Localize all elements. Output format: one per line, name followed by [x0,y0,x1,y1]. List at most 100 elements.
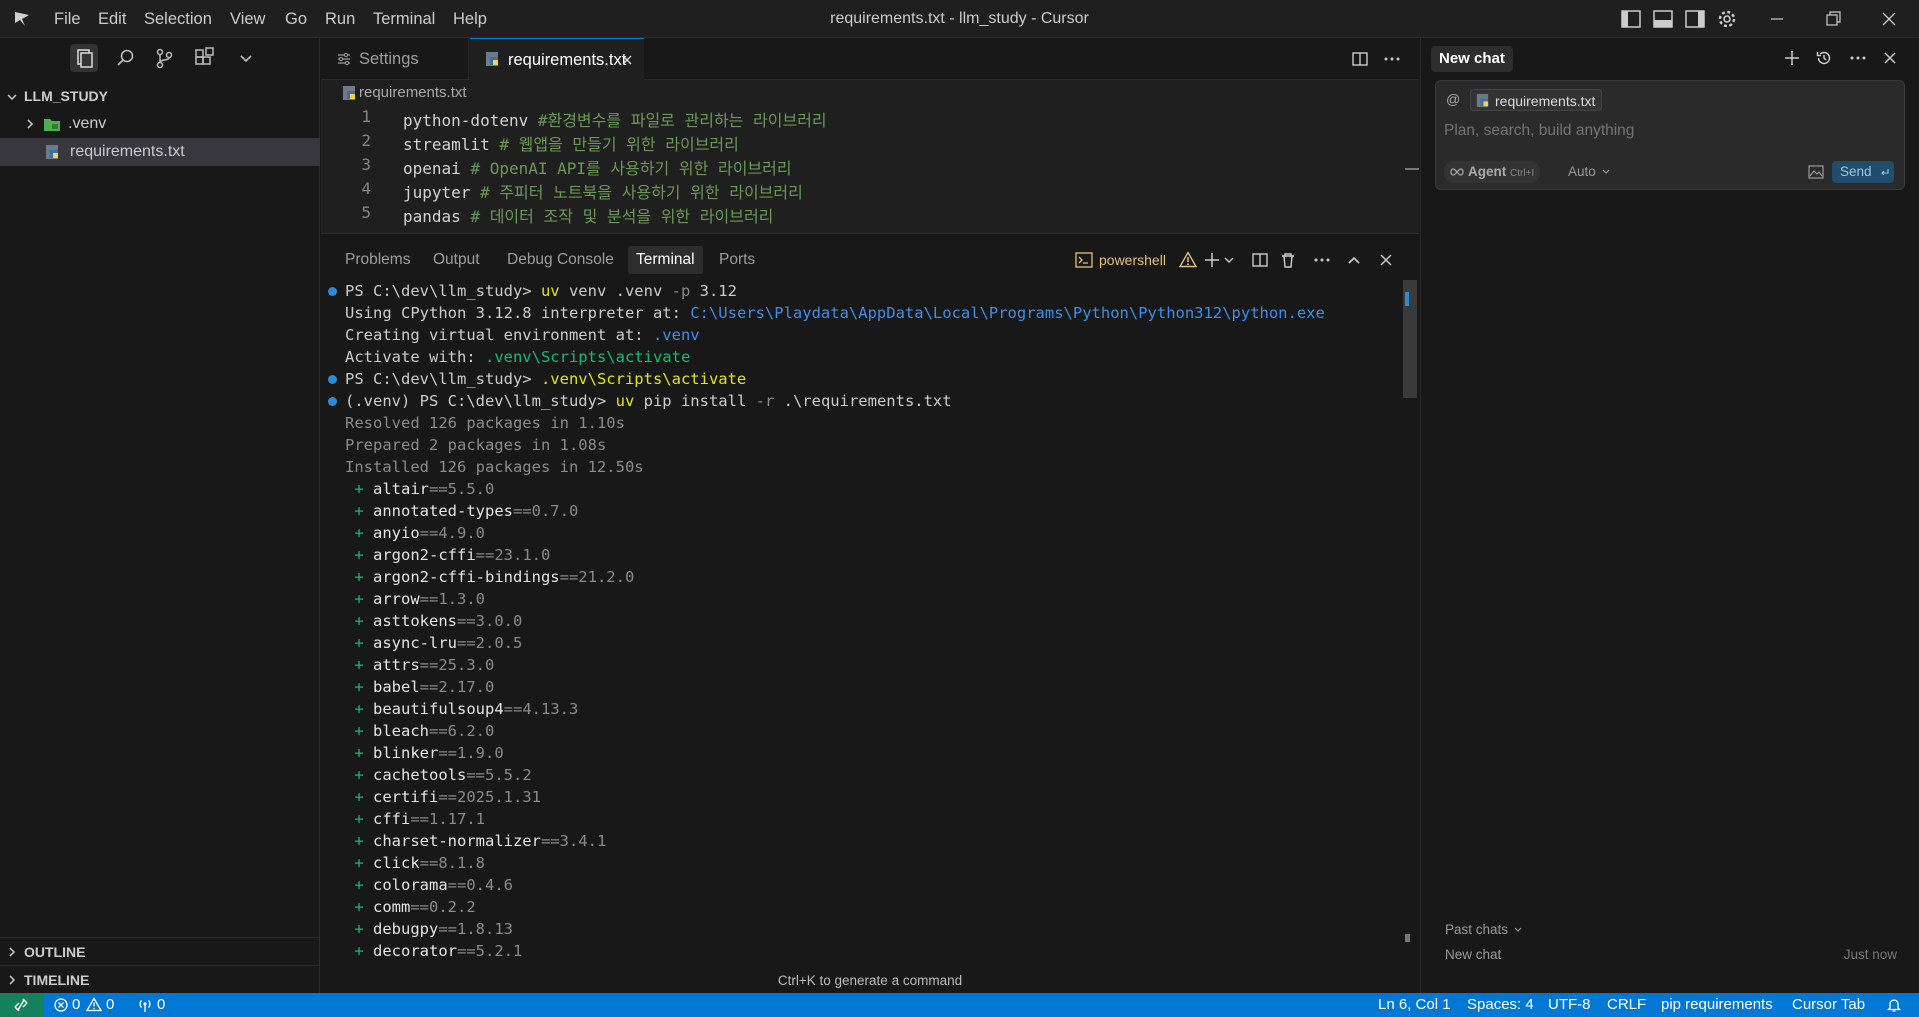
eol-status[interactable]: CRLF [1607,993,1646,1017]
chevron-down-icon[interactable] [232,44,260,72]
chat-history-time: Just now [1843,947,1897,962]
outline-section-header[interactable]: OUTLINE [0,937,320,965]
remote-icon [14,998,28,1012]
package-name: debugpy [373,920,439,938]
chevron-down-icon [1602,169,1610,174]
terminal-prompt: (.venv) PS C:\dev\llm_study> [345,392,616,410]
cursor-position[interactable]: Ln 6, Col 1 [1378,993,1451,1017]
trash-icon[interactable] [1279,251,1297,269]
past-chats-toggle[interactable]: Past chats [1445,920,1522,940]
code-comment: # 웹앱을 만들기 위한 라이브러리 [499,135,739,154]
panel-tab-ports[interactable]: Ports [711,246,763,274]
model-selector[interactable]: Auto [1568,161,1610,183]
close-chat-icon[interactable] [1881,49,1899,67]
code-comment: #환경변수를 파일로 관리하는 라이브러리 [537,111,827,130]
indentation-status[interactable]: Spaces: 4 [1467,993,1534,1017]
package-name: asttokens [373,612,457,630]
python-file-icon [486,52,498,66]
outline-label: OUTLINE [24,944,86,960]
menu-selection[interactable]: Selection [144,0,212,38]
explorer-root-folder[interactable]: LLM_STUDY [0,82,320,110]
code-editor[interactable]: requirements.txt 1 python-dotenv #환경변수를 … [321,80,1419,233]
search-icon[interactable] [111,44,139,72]
new-terminal-plus-icon[interactable] [1203,251,1221,269]
panel-tab-output[interactable]: Output [425,246,488,274]
more-actions-icon[interactable] [1313,251,1331,269]
enter-key-icon [1881,169,1889,176]
terminal-prompt: PS C:\dev\llm_study> [345,370,541,388]
extensions-icon[interactable] [190,44,218,72]
source-control-icon[interactable] [150,44,178,72]
explorer-files-icon[interactable] [70,44,98,72]
menu-edit[interactable]: Edit [98,0,126,38]
toggle-panel-icon[interactable] [1652,8,1674,30]
close-tab-icon[interactable] [620,53,634,67]
settings-lines-icon [338,52,350,66]
restore-icon[interactable] [1822,8,1844,30]
close-window-icon[interactable] [1878,8,1900,30]
package-added-marker: + [345,612,373,630]
package-version: ==3.4.1 [540,832,607,850]
line-number: 3 [361,155,371,174]
chat-input[interactable] [1444,119,1894,143]
package-added-marker: + [345,568,373,586]
remote-indicator[interactable] [0,993,44,1017]
terminal-output[interactable]: PS C:\dev\llm_study> uv venv .venv -p 3.… [321,280,1401,970]
notifications-bell-icon[interactable] [1886,997,1902,1013]
menu-file[interactable]: File [54,0,81,38]
chat-history-item[interactable]: New chat Just now [1445,944,1897,966]
terminal-scrollbar[interactable] [1403,280,1417,970]
command-decoration-dot[interactable] [328,397,337,406]
package-added-marker: + [345,480,373,498]
context-file-name: requirements.txt [1495,93,1596,109]
terminal-line: Activate with: .venv\Scripts\activate [345,346,690,368]
panel-tab-problems[interactable]: Problems [337,246,418,274]
panel-tab-debug-console[interactable]: Debug Console [499,246,622,274]
menu-help[interactable]: Help [453,0,487,38]
settings-gear-icon[interactable] [1716,8,1738,30]
add-context-button[interactable]: @ [1446,89,1464,109]
chevron-down-icon[interactable] [1223,254,1235,266]
package-name: cachetools [373,766,467,784]
context-file-chip[interactable]: requirements.txt [1470,89,1603,111]
split-editor-icon[interactable] [1351,50,1369,68]
package-added-marker: + [345,832,373,850]
send-button[interactable]: Send [1832,161,1894,183]
chat-title-tab[interactable]: New chat [1431,46,1513,72]
tab-settings[interactable]: Settings [321,38,469,80]
close-panel-icon[interactable] [1377,251,1395,269]
maximize-panel-chevron-up-icon[interactable] [1345,251,1363,269]
tree-item-venv[interactable]: .venv [0,110,320,138]
toggle-secondary-sidebar-icon[interactable] [1684,8,1706,30]
timeline-section-header[interactable]: TIMELINE [0,965,320,993]
menu-terminal[interactable]: Terminal [373,0,435,38]
image-attach-icon[interactable] [1808,165,1824,179]
code-text: pandas # 데이터 조작 및 분석을 위한 라이브러리 [403,203,773,227]
more-actions-icon[interactable] [1849,49,1867,67]
menu-go[interactable]: Go [285,0,307,38]
command-decoration-dot[interactable] [328,287,337,296]
menu-view[interactable]: View [230,0,265,38]
tab-requirements[interactable]: requirements.txt [470,38,644,81]
agent-mode-selector[interactable]: Agent Ctrl+I [1444,161,1541,183]
command-decoration-dot[interactable] [328,375,337,384]
history-icon[interactable] [1815,49,1833,67]
language-mode[interactable]: pip requirements [1661,993,1773,1017]
panel-tab-terminal[interactable]: Terminal [628,246,703,274]
send-label: Send [1840,164,1872,179]
terminal-command: uv [540,282,560,300]
toggle-primary-sidebar-icon[interactable] [1620,8,1642,30]
encoding-status[interactable]: UTF-8 [1548,993,1591,1017]
package-version: ==2.17.0 [419,678,495,696]
chat-composer[interactable]: @ requirements.txt Agent Ctrl+I Auto Sen… [1435,80,1905,190]
new-chat-plus-icon[interactable] [1783,49,1801,67]
menu-run[interactable]: Run [325,0,355,38]
tree-item-requirements[interactable]: requirements.txt [0,138,320,166]
minimize-icon[interactable] [1766,8,1788,30]
code-token: python-dotenv [403,111,538,130]
package-added-marker: + [345,524,373,542]
cursor-tab-status[interactable]: Cursor Tab [1792,993,1865,1017]
more-actions-icon[interactable] [1383,50,1401,68]
split-terminal-icon[interactable] [1251,251,1269,269]
package-line: + debugpy==1.8.13 [345,918,513,940]
